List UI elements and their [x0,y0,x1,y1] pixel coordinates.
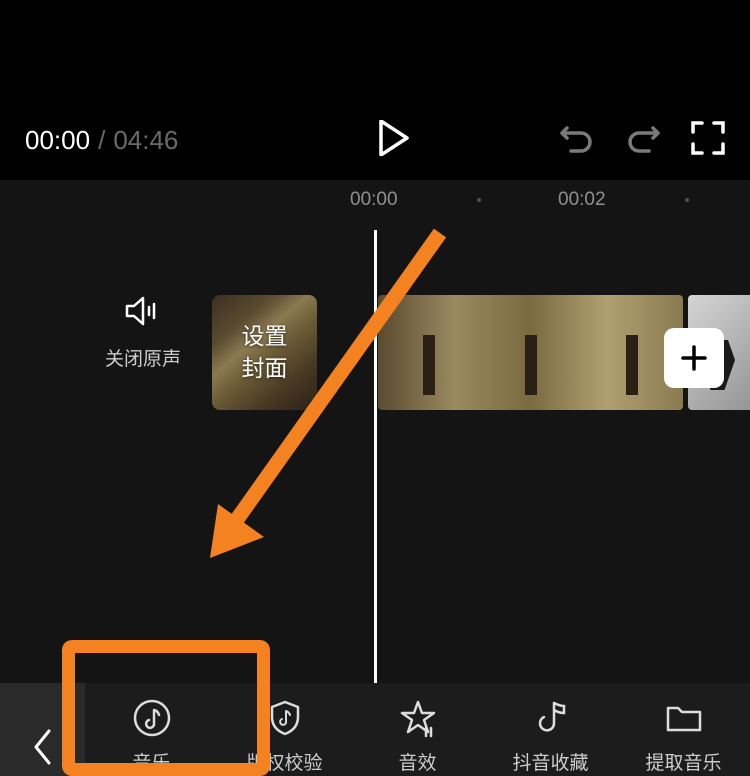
cover-label: 设置封面 [242,321,288,383]
playhead[interactable] [374,230,377,683]
redo-button[interactable] [625,122,661,159]
play-button[interactable] [378,120,410,161]
total-time: 04:46 [113,125,178,156]
shield-icon [265,698,305,738]
ruler-dot [685,198,689,202]
star-icon [398,698,438,738]
right-controls-group [559,121,725,160]
toolbar-douyin-label: 抖音收藏 [512,748,588,775]
timeline-area[interactable]: 00:00 00:02 关闭原声 设置封面 [0,180,750,683]
time-display: 00:00 / 04:46 [25,125,178,156]
back-button[interactable] [0,683,85,776]
toolbar-extract-label: 提取音乐 [645,748,721,775]
undo-button[interactable] [559,122,595,159]
toolbar-copyright[interactable]: 版权校验 [218,692,351,775]
toolbar-effects[interactable]: 音效 [351,692,484,775]
toolbar-copyright-label: 版权校验 [246,748,322,775]
video-preview-area [0,0,750,100]
chevron-left-icon [32,728,54,766]
playback-controls-bar: 00:00 / 04:46 [0,100,750,180]
ruler-time-2: 00:02 [558,189,606,211]
folder-icon [664,698,704,738]
time-separator: / [98,125,105,156]
fullscreen-button[interactable] [691,121,725,160]
ruler-time-0: 00:00 [350,189,398,211]
timeline-ruler: 00:00 00:02 [0,180,750,220]
ruler-dot [477,198,481,202]
toolbar-items: 音乐 版权校验 音效 抖音收藏 提取音乐 [85,684,750,775]
toolbar-music-label: 音乐 [132,748,170,775]
video-clip-1[interactable] [378,295,683,410]
speaker-icon [125,295,161,332]
toolbar-music[interactable]: 音乐 [85,692,218,775]
mute-original-audio-control[interactable]: 关闭原声 [105,295,181,371]
toolbar-effects-label: 音效 [398,748,436,775]
toolbar-douyin[interactable]: 抖音收藏 [484,692,617,775]
douyin-icon [531,698,571,738]
set-cover-button[interactable]: 设置封面 [212,295,317,410]
add-clip-button[interactable] [664,328,724,388]
plus-icon [679,343,709,373]
mute-label: 关闭原声 [105,344,181,371]
bottom-toolbar: 音乐 版权校验 音效 抖音收藏 提取音乐 [0,683,750,776]
toolbar-extract[interactable]: 提取音乐 [617,692,750,775]
current-time: 00:00 [25,125,90,156]
music-icon [132,698,172,738]
